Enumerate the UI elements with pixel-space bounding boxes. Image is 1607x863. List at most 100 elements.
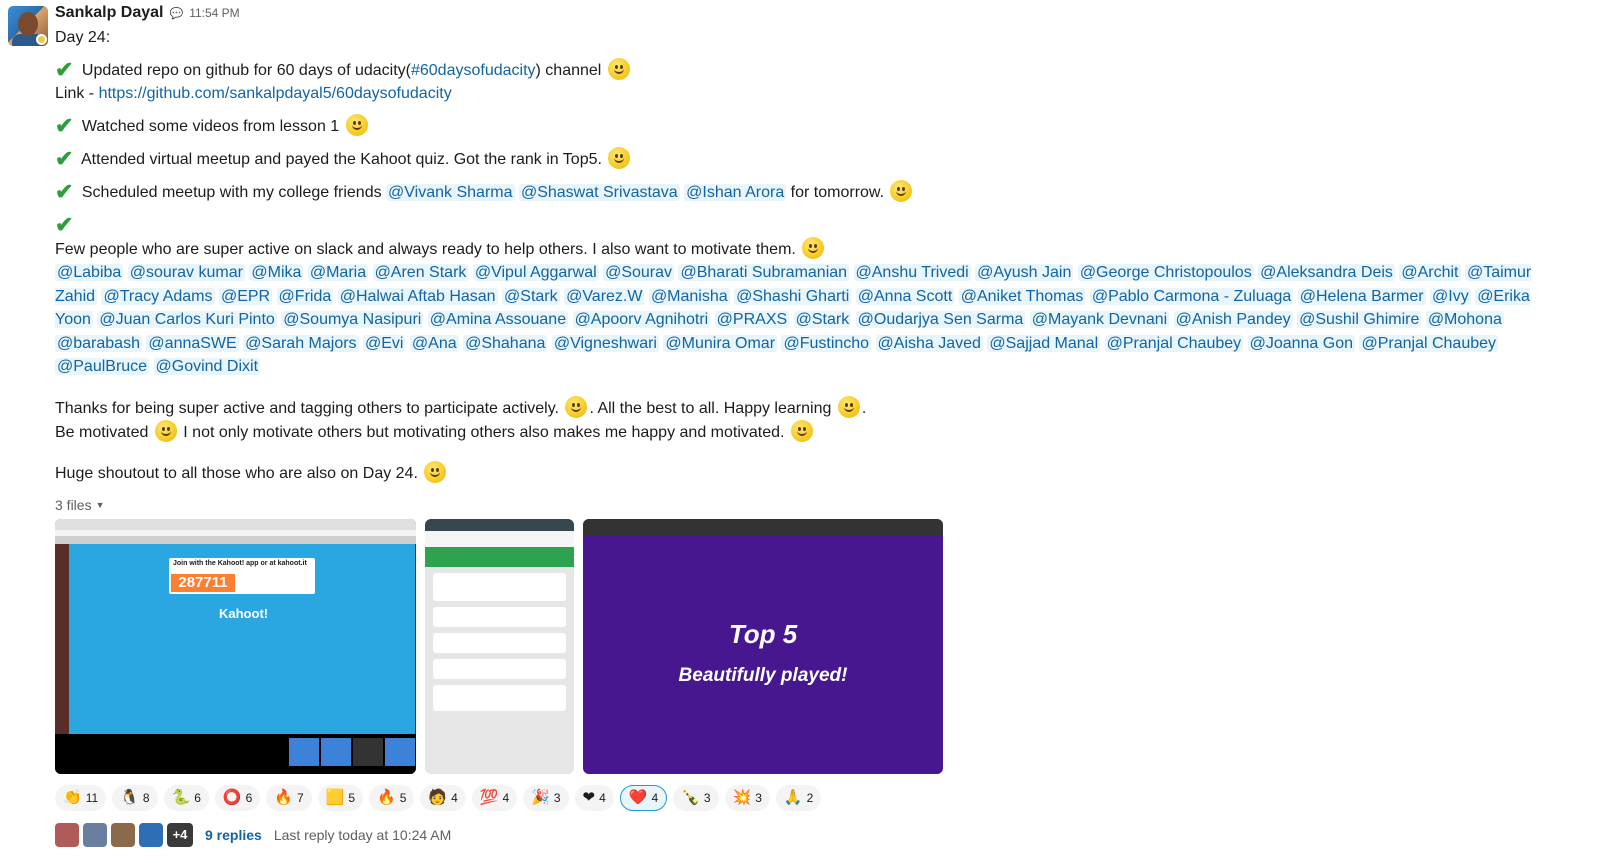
- reaction[interactable]: 🟨 5: [317, 784, 364, 811]
- mention[interactable]: @Ayush Jain: [975, 264, 1074, 281]
- mention[interactable]: @Fustincho: [781, 334, 872, 352]
- reaction[interactable]: 🐧 8: [112, 784, 158, 811]
- mention[interactable]: @Varez.W: [564, 287, 645, 305]
- reaction-count: 4: [451, 790, 458, 805]
- reaction-count: 8: [142, 790, 150, 805]
- mention[interactable]: @Shaswat Srivastava: [518, 184, 680, 201]
- mention[interactable]: @Mohona: [1425, 311, 1504, 328]
- mention[interactable]: @Aleksandra Deis: [1258, 264, 1395, 281]
- reaction[interactable]: 🔥 7: [266, 784, 312, 811]
- files-toggle[interactable]: 3 files ▼: [55, 491, 1600, 519]
- mention[interactable]: @Mayank Devnani: [1029, 311, 1170, 328]
- mention[interactable]: @PaulBruce: [55, 358, 150, 375]
- smile-icon: [607, 58, 630, 80]
- mention[interactable]: @Frida: [276, 287, 334, 305]
- reaction[interactable]: 🧑 4: [420, 784, 466, 811]
- mention[interactable]: @Apoorv Agnihotri: [572, 311, 711, 328]
- reaction[interactable]: 💥 3: [724, 784, 770, 811]
- mention[interactable]: @Vipul Aggarwal: [472, 264, 599, 281]
- mention[interactable]: @Juan Carlos Kuri Pinto: [97, 311, 277, 328]
- goku-icon: 💥: [732, 789, 752, 806]
- mention[interactable]: @Ivy: [1430, 287, 1471, 305]
- mention[interactable]: @Evi: [363, 334, 406, 352]
- reaction[interactable]: ⭕ 6: [214, 784, 261, 811]
- link-line: Link - https://github.com/sankalpdayal5/…: [55, 82, 1600, 105]
- reaction[interactable]: 🐍 6: [163, 784, 209, 811]
- reaction[interactable]: ❤️ 4: [619, 784, 668, 811]
- mention[interactable]: @sourav kumar: [127, 264, 245, 281]
- last-reply-time: Last reply today at 10:24 AM: [273, 826, 452, 843]
- mention[interactable]: @Sajjad Manal: [987, 334, 1101, 352]
- mention[interactable]: @Anna Scott: [855, 287, 955, 305]
- thread-summary[interactable]: +4 9 replies Last reply today at 10:24 A…: [55, 822, 1600, 848]
- mention[interactable]: @Pranjal Chaubey: [1359, 334, 1499, 352]
- mention[interactable]: @Pablo Carmona - Zuluaga: [1089, 287, 1294, 305]
- mention[interactable]: @Pranjal Chaubey: [1104, 334, 1244, 352]
- mention[interactable]: @Archit: [1399, 264, 1461, 281]
- attachment-top5-image[interactable]: Top 5 Beautifully played!: [583, 518, 943, 774]
- penguin-icon: 🐧: [120, 789, 139, 806]
- reaction[interactable]: 🙏 2: [775, 784, 822, 811]
- mention[interactable]: @Vigneshwari: [551, 334, 659, 352]
- reaction[interactable]: 🍾 3: [673, 784, 719, 811]
- mention[interactable]: @Maria: [307, 264, 369, 281]
- mention[interactable]: @Shahana: [463, 334, 548, 352]
- mention[interactable]: @Manisha: [648, 287, 730, 305]
- mention[interactable]: @Bharati Subramanian: [678, 264, 850, 281]
- mention[interactable]: @EPR: [218, 287, 273, 305]
- mention[interactable]: @Joanna Gon: [1247, 334, 1356, 352]
- mention[interactable]: @Oudarjya Sen Sarma: [855, 311, 1026, 328]
- reaction[interactable]: 💯 4: [471, 784, 518, 811]
- reaction[interactable]: 🎉 3: [523, 784, 569, 811]
- bottle-icon: 🍾: [681, 789, 700, 806]
- mention[interactable]: @Mika: [249, 264, 304, 281]
- status-icon: 💬: [169, 8, 184, 20]
- attachment-chat-screenshot[interactable]: [425, 518, 574, 774]
- github-link[interactable]: https://github.com/sankalpdayal5/60dayso…: [99, 85, 452, 102]
- game-pin: 287711: [171, 573, 235, 592]
- channel-link[interactable]: #60daysofudacity: [411, 62, 536, 79]
- mention[interactable]: @George Christopoulos: [1077, 264, 1254, 281]
- mention[interactable]: @Aisha Javed: [875, 334, 983, 352]
- mention[interactable]: @PRAXS: [714, 311, 790, 328]
- mention[interactable]: @Sourav: [603, 264, 675, 281]
- mention[interactable]: @Stark: [793, 311, 852, 328]
- mention[interactable]: @Ishan Arora: [684, 184, 787, 201]
- mention[interactable]: @Aniket Thomas: [958, 287, 1086, 305]
- mention[interactable]: @Vivank Sharma: [386, 184, 515, 201]
- mention[interactable]: @Ana: [409, 334, 459, 352]
- mention[interactable]: @Amina Assouane: [427, 311, 569, 328]
- text: Attended virtual meetup and payed the Ka…: [77, 151, 607, 168]
- smile-icon: [802, 237, 825, 259]
- text: Updated repo on github for 60 days of ud…: [77, 62, 411, 79]
- smile-icon: [424, 460, 447, 483]
- reply-avatar: [83, 822, 107, 847]
- mention[interactable]: @Anshu Trivedi: [853, 264, 971, 281]
- reaction[interactable]: 🔥 5: [369, 784, 415, 811]
- mention[interactable]: @Halwai Aftab Hasan: [337, 287, 498, 305]
- author-avatar[interactable]: [8, 6, 48, 46]
- mention[interactable]: @Aren Stark: [372, 264, 469, 281]
- timestamp[interactable]: 11:54 PM: [189, 6, 239, 20]
- mention[interactable]: @barabash: [55, 334, 142, 352]
- smile-icon: [790, 419, 813, 442]
- reaction[interactable]: ❤ 4: [574, 784, 614, 811]
- reaction[interactable]: 👏 11: [55, 784, 107, 811]
- mention[interactable]: @Stark: [502, 287, 560, 305]
- mention[interactable]: @Sushil Ghimire: [1297, 311, 1422, 328]
- replies-link[interactable]: 9 replies: [205, 827, 262, 843]
- mention[interactable]: @Tracy Adams: [101, 287, 215, 305]
- mention[interactable]: @Munira Omar: [663, 334, 778, 352]
- attachment-kahoot-screenshot[interactable]: Join with the Kahoot! app or at kahoot.i…: [55, 518, 416, 774]
- mention[interactable]: @Anish Pandey: [1173, 311, 1293, 328]
- mention[interactable]: @Helena Barmer: [1297, 287, 1426, 305]
- mention[interactable]: @Shashi Gharti: [734, 287, 852, 305]
- mention[interactable]: @Soumya Nasipuri: [281, 311, 424, 328]
- mention[interactable]: @Labiba: [55, 264, 124, 281]
- mention[interactable]: @Sarah Majors: [243, 334, 359, 352]
- mention[interactable]: @annaSWE: [146, 334, 239, 352]
- author-name[interactable]: Sankalp Dayal: [55, 4, 164, 22]
- smile-icon: [608, 147, 631, 169]
- mention[interactable]: @Govind Dixit: [153, 358, 261, 375]
- reaction-count: 11: [85, 790, 99, 805]
